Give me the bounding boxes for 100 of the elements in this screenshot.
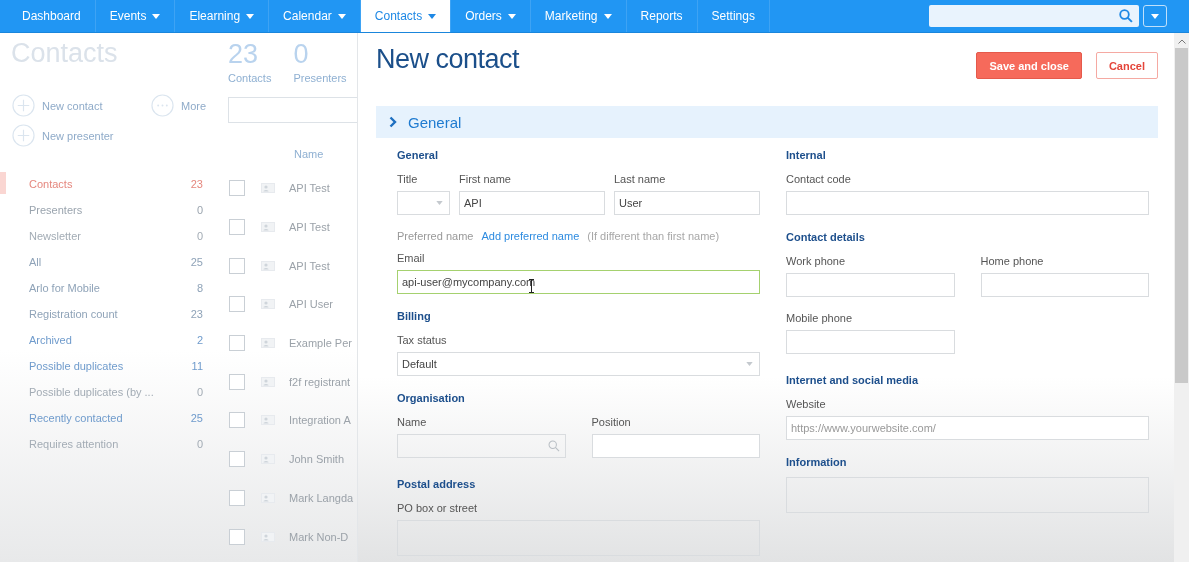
filter-item[interactable]: Archived 2: [0, 327, 215, 353]
row-checkbox[interactable]: [229, 489, 245, 506]
person-icon: [261, 531, 275, 542]
field-label: Home phone: [980, 254, 1045, 269]
field-label: Mobile phone: [786, 311, 854, 326]
scrollbar-thumb[interactable]: [1175, 48, 1188, 383]
filter-item[interactable]: Possible duplicates 11: [0, 353, 215, 379]
nav-tab[interactable]: Orders: [451, 0, 531, 32]
row-checkbox[interactable]: [229, 412, 245, 429]
caret-icon: [436, 201, 443, 205]
input-field[interactable]: [980, 273, 1149, 297]
input-field[interactable]: [786, 191, 1149, 215]
cancel-button[interactable]: Cancel: [1095, 52, 1158, 79]
person-icon: [261, 415, 275, 426]
section-header[interactable]: General: [376, 106, 1158, 138]
row-checkbox[interactable]: [229, 180, 245, 197]
caret-icon: [603, 13, 612, 19]
action-link[interactable]: New contact: [12, 94, 151, 117]
nav-tab[interactable]: Calendar: [269, 0, 361, 32]
field-label: Position: [591, 415, 632, 430]
row-checkbox[interactable]: [229, 335, 245, 352]
row-checkbox[interactable]: [229, 451, 245, 468]
caret-icon: [246, 13, 255, 19]
panel-title: New contact: [376, 44, 520, 75]
field-label: PO box or street: [397, 501, 479, 516]
search-field[interactable]: [397, 434, 566, 458]
group-heading: Internet and social media: [786, 373, 920, 388]
group-heading: Billing: [397, 309, 432, 324]
input-field[interactable]: User: [614, 191, 760, 215]
row-checkbox[interactable]: [229, 257, 245, 274]
search-icon: [1119, 9, 1133, 23]
selection-marker: [0, 172, 6, 194]
filter-item[interactable]: Contacts 23: [0, 171, 215, 197]
input-field[interactable]: [591, 434, 760, 458]
caret-icon: [746, 362, 753, 366]
field-label: Title: [397, 172, 419, 187]
filter-item[interactable]: All 25: [0, 249, 215, 275]
group-heading: Information: [786, 455, 848, 470]
field-label: Preferred name: [397, 229, 474, 244]
caret-up-icon[interactable]: [1177, 39, 1186, 44]
table-cell: API Test: [289, 259, 330, 272]
person-icon: [261, 376, 275, 387]
filter-item[interactable]: Arlo for Mobile 8: [0, 275, 215, 301]
input-field[interactable]: [786, 330, 955, 354]
dropdown-button[interactable]: [1143, 5, 1167, 27]
caret-icon: [507, 13, 516, 19]
field-label: Contact code: [786, 172, 852, 187]
plus-icon: [12, 124, 35, 147]
nav-tab[interactable]: Reports: [626, 0, 698, 32]
search-field[interactable]: [228, 97, 357, 123]
nav-tab[interactable]: Events: [95, 0, 176, 32]
table-cell: Integration A: [289, 414, 351, 427]
person-icon: [261, 338, 275, 349]
nav-tab[interactable]: Marketing: [530, 0, 627, 32]
nav-tab[interactable]: Contacts: [360, 0, 452, 32]
action-link[interactable]: More: [151, 94, 215, 117]
column-header[interactable]: Name: [294, 148, 324, 160]
row-checkbox[interactable]: [229, 296, 245, 313]
select-field[interactable]: Default: [397, 352, 760, 376]
input-field[interactable]: https://www.yourwebsite.com/: [786, 416, 1149, 440]
caret-icon: [1151, 13, 1159, 19]
caret-icon: [428, 13, 437, 19]
chevron-right-icon: [389, 116, 397, 128]
more-icon: [151, 94, 174, 117]
filter-item[interactable]: Presenters 0: [0, 197, 215, 223]
nav-tab[interactable]: Dashboard: [8, 0, 96, 32]
field-label: Email: [397, 251, 426, 266]
row-checkbox[interactable]: [229, 373, 245, 390]
group-heading: Contact details: [786, 230, 866, 245]
caret-icon: [152, 13, 161, 19]
person-icon: [261, 183, 275, 194]
table-cell: API Test: [289, 182, 330, 195]
field-label: Last name: [614, 172, 667, 187]
field-label: First name: [459, 172, 512, 187]
table-cell: John Smith: [289, 453, 345, 466]
nav-tab[interactable]: Settings: [697, 0, 770, 32]
row-checkbox[interactable]: [229, 219, 245, 236]
filter-item[interactable]: Registration count 23: [0, 301, 215, 327]
action-link[interactable]: New presenter: [12, 124, 151, 147]
person-icon: [261, 454, 275, 465]
add-preferred-name-link[interactable]: Add preferred name: [481, 227, 580, 245]
input-field[interactable]: [786, 273, 955, 297]
search-field[interactable]: [929, 5, 1139, 27]
filter-item[interactable]: Recently contacted 25: [0, 405, 215, 431]
select-field[interactable]: [397, 191, 450, 215]
group-heading: Organisation: [397, 391, 466, 406]
nav-tab[interactable]: Elearning: [175, 0, 270, 32]
filter-item[interactable]: Newsletter 0: [0, 223, 215, 249]
stat-label: Presenters: [293, 72, 347, 84]
save-button[interactable]: Save and close: [976, 52, 1082, 79]
table-cell: API User: [289, 298, 333, 311]
field-label: Tax status: [397, 333, 448, 348]
stat-label: Contacts: [228, 72, 272, 84]
filter-item[interactable]: Possible duplicates (by ... 0: [0, 379, 215, 405]
scrollbar[interactable]: [1174, 33, 1189, 562]
table-cell: Example Per: [289, 337, 352, 350]
plus-icon: [12, 94, 35, 117]
input-field[interactable]: API: [459, 191, 605, 215]
filter-item[interactable]: Requires attention 0: [0, 431, 215, 457]
row-checkbox[interactable]: [229, 528, 245, 545]
